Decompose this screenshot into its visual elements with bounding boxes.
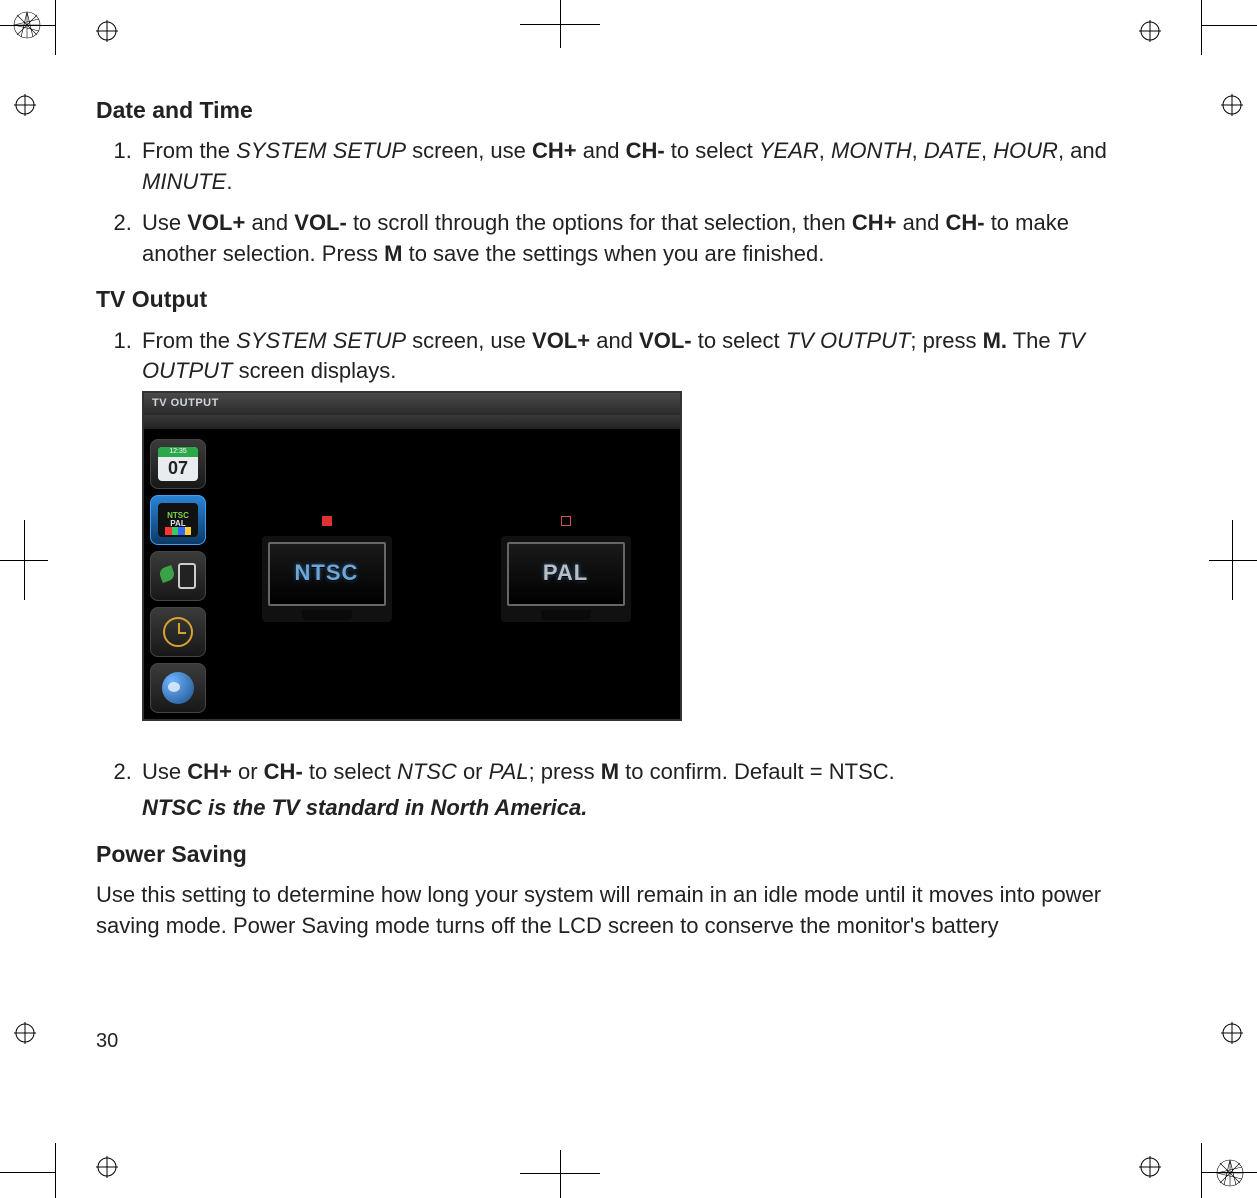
option-pal[interactable]: PAL — [501, 516, 631, 622]
tv-output-steps: From the SYSTEM SETUP screen, use VOL+ a… — [96, 326, 1116, 825]
heading-date-and-time: Date and Time — [96, 94, 1116, 126]
sidebar-item-schedule[interactable] — [150, 607, 206, 657]
registration-mark-icon — [96, 1156, 118, 1178]
figure-substripe — [144, 415, 680, 429]
sidebar-item-tv-output[interactable]: NTSC PAL — [150, 495, 206, 545]
date-time-step-1: From the SYSTEM SETUP screen, use CH+ an… — [138, 136, 1116, 198]
date-time-step-2: Use VOL+ and VOL- to scroll through the … — [138, 208, 1116, 270]
heading-tv-output: TV Output — [96, 283, 1116, 315]
figure-titlebar: TV OUTPUT — [144, 393, 680, 414]
globe-icon — [162, 672, 194, 704]
figure-tv-output-screen: TV OUTPUT 12:35 07 NTSC — [142, 391, 682, 720]
tv-output-step-2: Use CH+ or CH- to select NTSC or PAL; pr… — [138, 757, 1116, 825]
figure-sidebar: 12:35 07 NTSC PAL — [144, 429, 212, 719]
sidebar-item-power-saving[interactable] — [150, 551, 206, 601]
registration-mark-icon — [1139, 20, 1161, 42]
registration-mark-icon — [1221, 94, 1243, 116]
date-time-steps: From the SYSTEM SETUP screen, use CH+ an… — [96, 136, 1116, 269]
unselected-indicator-icon — [561, 516, 571, 526]
sidebar-item-date-time[interactable]: 12:35 07 — [150, 439, 206, 489]
registration-mark-icon — [14, 1022, 36, 1044]
tv-icon: PAL — [501, 536, 631, 622]
power-saving-paragraph: Use this setting to determine how long y… — [96, 880, 1116, 942]
clock-icon — [163, 617, 193, 647]
ntsc-note: NTSC is the TV standard in North America… — [142, 793, 1116, 824]
page-content: Date and Time From the SYSTEM SETUP scre… — [96, 88, 1116, 950]
selected-indicator-icon — [322, 516, 332, 526]
starburst-mark-icon — [12, 10, 42, 40]
tv-icon: NTSC — [262, 536, 392, 622]
registration-mark-icon — [96, 20, 118, 42]
tv-output-step-1: From the SYSTEM SETUP screen, use VOL+ a… — [138, 326, 1116, 721]
sidebar-item-language[interactable] — [150, 663, 206, 713]
option-ntsc[interactable]: NTSC — [262, 516, 392, 622]
figure-main-area: NTSC PAL — [212, 429, 680, 719]
calendar-icon: 12:35 07 — [158, 447, 198, 481]
page-number: 30 — [96, 1030, 118, 1053]
registration-mark-icon — [1221, 1022, 1243, 1044]
heading-power-saving: Power Saving — [96, 838, 1116, 870]
starburst-mark-icon — [1215, 1158, 1245, 1188]
ntsc-pal-icon: NTSC PAL — [158, 503, 198, 537]
registration-mark-icon — [1139, 1156, 1161, 1178]
registration-mark-icon — [14, 94, 36, 116]
power-saving-icon — [160, 561, 196, 591]
